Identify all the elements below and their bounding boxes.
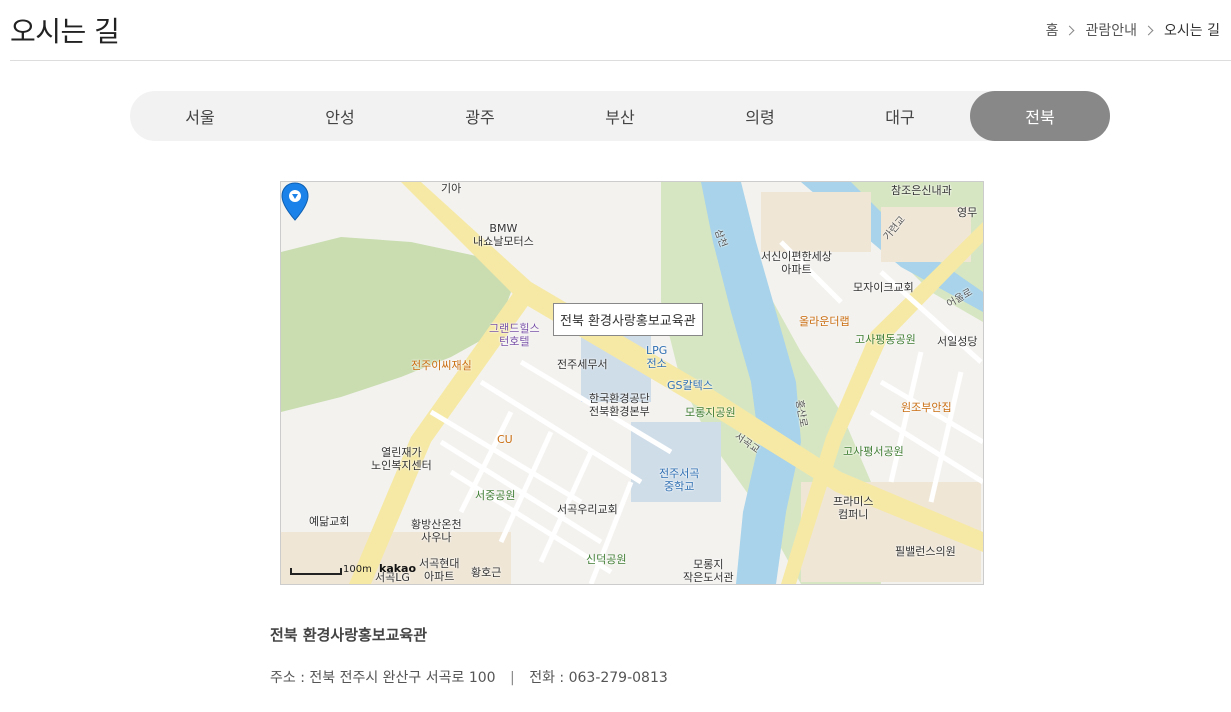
map-label-seoil-church: 서일성당 xyxy=(937,335,978,348)
page-header: 오시는 길 홈 관람안내 오시는 길 xyxy=(10,0,1231,61)
map-label-gosa-pyeongdong: 고사평동공원 xyxy=(855,333,916,346)
map-label-seogok-church: 서곡우리교회 xyxy=(557,503,618,516)
map-label-gs: GS칼텍스 xyxy=(667,379,713,392)
tab-gwangju[interactable]: 광주 xyxy=(410,91,550,141)
map-label-seosin-apt: 서신이편한세상 아파트 xyxy=(761,250,832,276)
map-label-morongji-library: 모롱지 작은도서관 xyxy=(683,558,734,584)
tab-seoul[interactable]: 서울 xyxy=(130,91,270,141)
chevron-right-icon xyxy=(1143,25,1154,35)
map-label-wonjo: 원조부안집 xyxy=(901,401,952,414)
tab-jeonbuk[interactable]: 전북 xyxy=(970,91,1110,141)
map-label-yedam: 예닮교회 xyxy=(309,515,350,528)
map-label-kia: 기아 xyxy=(441,182,462,195)
map-label-cu: CU xyxy=(497,433,513,446)
map-label-olaun: 올라운더랩 xyxy=(799,315,850,328)
map-label-keco: 한국환경공단 전북환경본부 xyxy=(589,392,650,418)
tab-daegu[interactable]: 대구 xyxy=(830,91,970,141)
breadcrumb-current: 오시는 길 xyxy=(1164,23,1220,39)
map-label-seojung-park: 서중공원 xyxy=(475,489,516,502)
place-name: 전북 환경사랑홍보교육관 xyxy=(270,626,428,644)
place-address: 주소 : 전북 전주시 완산구 서곡로 100 xyxy=(270,670,496,686)
breadcrumb-home[interactable]: 홈 xyxy=(1046,20,1059,40)
tab-uiryeong[interactable]: 의령 xyxy=(690,91,830,141)
breadcrumb-guide[interactable]: 관람안내 xyxy=(1085,20,1137,40)
map-label-morongji-park: 모롱지공원 xyxy=(685,406,736,419)
map-background xyxy=(281,182,983,584)
map-label-bmw: BMW 내쇼날모터스 xyxy=(473,222,534,248)
tab-busan[interactable]: 부산 xyxy=(550,91,690,141)
page-title: 오시는 길 xyxy=(10,15,120,48)
chevron-right-icon xyxy=(1065,25,1075,35)
map-label-seogok-hyundai: 서곡현대 아파트 xyxy=(419,557,460,583)
breadcrumb: 홈 관람안내 오시는 길 xyxy=(1046,20,1220,40)
map-label-jeonju-tax: 전주세무서 xyxy=(557,358,608,371)
map-label-primus: 프라미스 컴퍼니 xyxy=(833,495,874,521)
tab-anseong[interactable]: 안성 xyxy=(270,91,410,141)
map-label-hwangbang: 황방산온천 사우나 xyxy=(411,518,462,544)
map-label-lpg: LPG 전소 xyxy=(646,344,668,370)
place-phone: 전화 : 063-279-0813 xyxy=(529,670,668,686)
map-label-yeollin: 열린재가 노인복지센터 xyxy=(371,446,432,472)
map-label-gosa-pyeongseo: 고사평서공원 xyxy=(843,445,904,458)
place-info: 주소 : 전북 전주시 완산구 서곡로 100 | 전화 : 063-279-0… xyxy=(270,667,668,687)
map-scale-label: 100m xyxy=(343,564,372,575)
info-divider: | xyxy=(510,670,515,686)
map-info-window[interactable]: 전북 환경사랑홍보교육관 xyxy=(553,303,703,336)
map-label-grandhills: 그랜드힐스 턴호텔 xyxy=(489,322,540,348)
map-label-jeonju-isijaesil: 전주이씨재실 xyxy=(411,359,472,372)
map-label-seogok-middle: 전주서곡 중학교 xyxy=(659,467,700,493)
map-label-philbellence: 필밸런스의원 xyxy=(895,545,956,558)
map-label-youngmu: 영무 xyxy=(957,206,978,219)
region-tabs: 서울 안성 광주 부산 의령 대구 전북 xyxy=(130,91,1110,141)
map-marker-icon[interactable] xyxy=(281,182,309,222)
map-view[interactable]: 기아 BMW 내쇼날모터스 그랜드힐스 턴호텔 전주이씨재실 전주세무서 한국환… xyxy=(280,181,984,585)
map-label-hwanggeun: 황호근 xyxy=(471,566,502,579)
map-label-sinduk-park: 신덕공원 xyxy=(586,553,627,566)
kakao-logo: kakao xyxy=(379,562,417,575)
map-label-chamjoeun: 참조은신내과 xyxy=(891,184,952,197)
map-label-mosaic-church: 모자이크교회 xyxy=(853,281,914,294)
